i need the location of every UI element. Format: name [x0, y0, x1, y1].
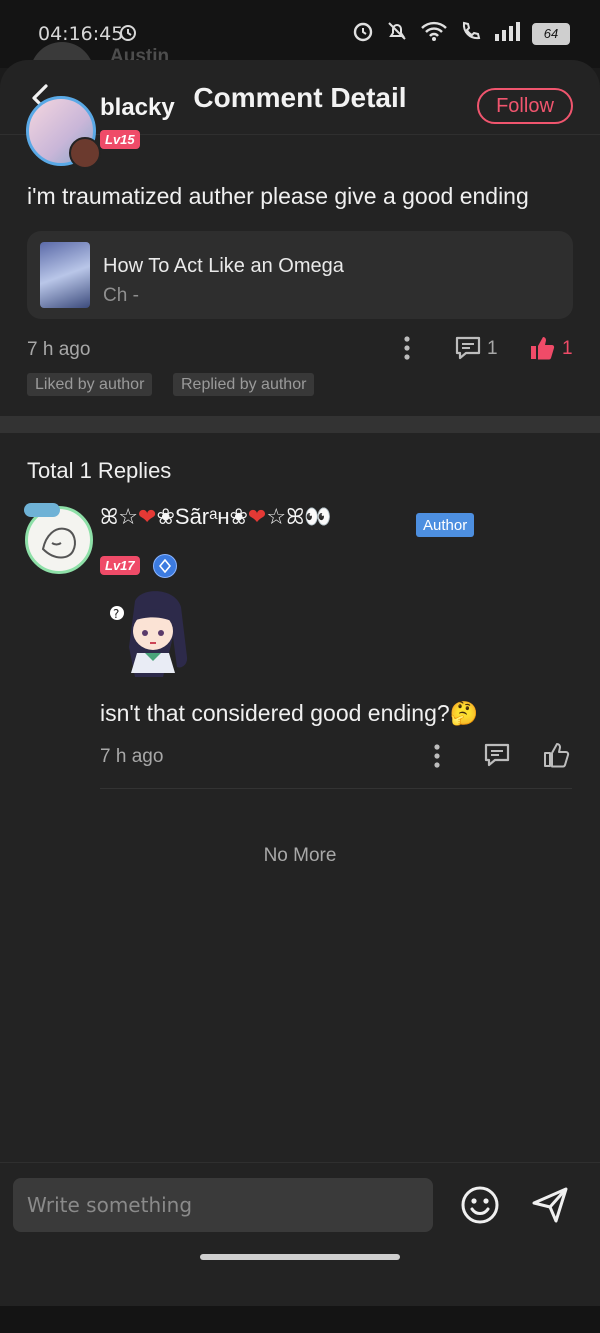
sticker-image: ?	[105, 583, 201, 683]
avatar[interactable]	[26, 96, 101, 169]
alarm-clock-icon	[352, 20, 374, 47]
system-nav-area	[0, 1306, 600, 1333]
call-icon	[460, 20, 482, 47]
level-badge: Lv17	[100, 556, 140, 575]
section-divider	[0, 416, 600, 433]
home-indicator[interactable]	[200, 1254, 400, 1260]
like-count: 1	[562, 338, 573, 359]
send-icon[interactable]	[528, 1183, 572, 1232]
reply-username[interactable]: ꕤ☆❤❀Sãrᵃʜ❀❤☆ꕤ👀	[100, 504, 332, 530]
avatar-illustration	[41, 527, 76, 559]
heart-glyph: ❤	[247, 504, 267, 529]
book-title: How To Act Like an Omega	[103, 255, 344, 277]
svg-text:?: ?	[113, 607, 119, 621]
username-part: ꕤ☆	[100, 504, 139, 529]
status-time: 04:16:45	[38, 23, 124, 45]
comment-username[interactable]: blacky	[100, 94, 175, 122]
like-icon[interactable]	[528, 334, 556, 367]
signal-icon	[494, 21, 520, 46]
status-bar: 04:16:45 64 Austin	[0, 0, 600, 106]
reply-count: 1	[487, 338, 498, 359]
comment-time: 7 h ago	[27, 339, 91, 360]
reply-icon[interactable]	[454, 335, 482, 366]
author-tag: Author	[416, 513, 475, 537]
replies-total: Total 1 Replies	[27, 458, 172, 483]
book-card[interactable]: How To Act Like an Omega Ch -	[27, 231, 573, 319]
verified-icon	[153, 554, 177, 578]
replied-by-author-tag: Replied by author	[173, 373, 315, 396]
comment-text: i'm traumatized auther please give a goo…	[27, 183, 529, 209]
more-options-icon[interactable]	[396, 334, 418, 367]
book-chapter: Ch -	[103, 285, 139, 306]
wifi-icon	[420, 20, 448, 47]
battery-indicator: 64	[532, 22, 570, 45]
reply-time: 7 h ago	[100, 746, 164, 767]
reply-icon[interactable]	[483, 742, 511, 773]
comment-input[interactable]	[13, 1178, 433, 1232]
bell-muted-icon	[386, 20, 408, 47]
thumbs-up-icon[interactable]	[542, 741, 570, 774]
avatar-badge	[69, 137, 101, 169]
liked-by-author-tag: Liked by author	[27, 373, 153, 396]
heart-glyph: ❤	[138, 504, 157, 529]
reply-avatar[interactable]	[24, 503, 93, 574]
level-badge: Lv15	[100, 130, 140, 149]
no-more-label: No More	[263, 845, 337, 866]
reply-separator	[100, 788, 572, 789]
emoji-icon[interactable]	[458, 1183, 502, 1232]
reply-text: isn't that considered good ending?🤔	[100, 700, 479, 726]
alarm-icon	[118, 22, 138, 47]
follow-button[interactable]: Follow	[477, 88, 573, 124]
more-options-icon[interactable]	[426, 742, 448, 775]
username-part: ☆ꕤ👀	[266, 504, 332, 529]
avatar-hat	[24, 503, 60, 517]
book-cover	[40, 242, 90, 308]
username-part: ❀Sãrᵃʜ❀	[156, 504, 248, 529]
